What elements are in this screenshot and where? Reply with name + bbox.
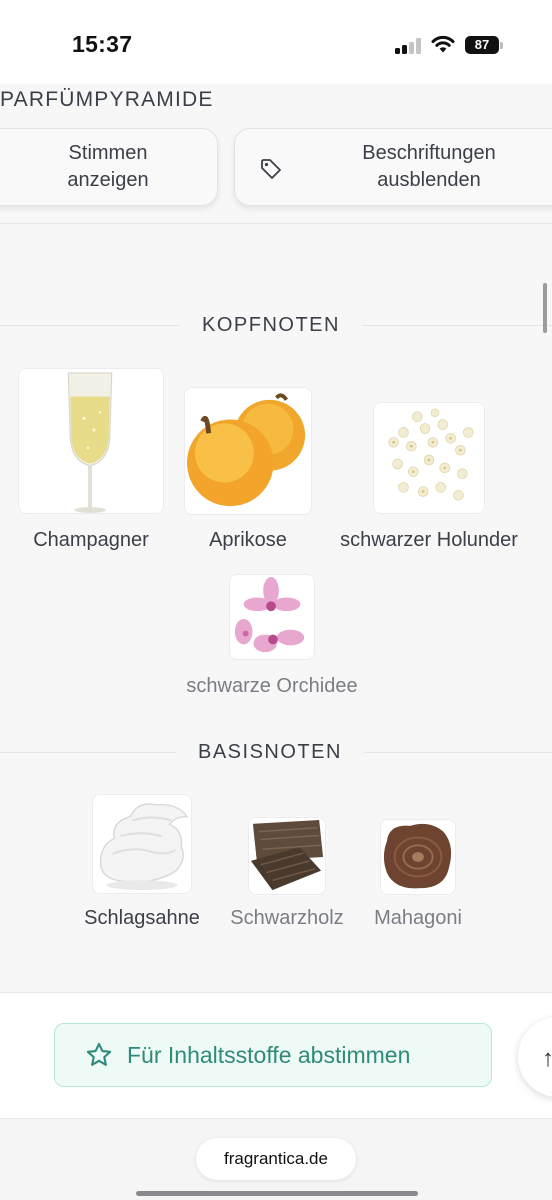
arrow-up-icon: ↑ (542, 1045, 552, 1072)
dark-wood-note-image[interactable] (248, 817, 326, 895)
champagne-glass-icon (19, 369, 163, 513)
note-label: Schwarzholz (230, 907, 344, 929)
note-label: Mahagoni (374, 907, 462, 929)
scrollbar[interactable] (543, 283, 547, 333)
status-bar: 15:37 87 (0, 0, 552, 84)
cellular-signal-icon (395, 38, 425, 54)
apricot-icon (185, 388, 311, 514)
vote-area: Für Inhaltsstoffe abstimmen ↑ (0, 992, 552, 1118)
elderflower-icon (374, 403, 484, 513)
orchid-icon (230, 575, 314, 659)
star-icon (86, 1042, 112, 1066)
note-label: Aprikose (209, 529, 287, 551)
dark-wood-planks-icon (249, 818, 325, 894)
phone-screen: 15:37 87 PARFÜMPYRAMIDE Stimmen anzeigen (0, 0, 552, 1200)
show-votes-label: Stimmen anzeigen (67, 142, 149, 191)
mahogany-note-image[interactable] (380, 819, 456, 895)
browser-bar: fragrantica.de (0, 1118, 552, 1200)
section-title: PARFÜMPYRAMIDE (0, 88, 214, 111)
note-label: schwarzer Holunder (340, 529, 518, 551)
vote-button-label: Für Inhaltsstoffe abstimmen (127, 1041, 411, 1068)
vote-ingredients-button[interactable]: Für Inhaltsstoffe abstimmen (54, 1023, 492, 1087)
tag-icon (261, 159, 281, 179)
hide-labels-button[interactable]: Beschriftungen ausblenden (234, 128, 552, 206)
status-time: 15:37 (72, 31, 133, 57)
orchid-note-image[interactable] (229, 574, 315, 660)
scroll-top-button[interactable]: ↑ (518, 1017, 552, 1097)
elderflower-note-image[interactable] (373, 402, 485, 514)
champagne-note-image[interactable] (18, 368, 164, 514)
address-bar[interactable]: fragrantica.de (196, 1138, 356, 1180)
mahogany-wood-slice-icon (381, 820, 455, 894)
pyramid-header: PARFÜMPYRAMIDE Stimmen anzeigen Beschrif… (0, 84, 552, 224)
home-indicator[interactable] (136, 1191, 418, 1196)
whipped-cream-note-image[interactable] (92, 794, 192, 894)
show-votes-button[interactable]: Stimmen anzeigen (0, 128, 218, 206)
apricot-note-image[interactable] (184, 387, 312, 515)
hide-labels-label: Beschriftungen ausblenden (362, 142, 496, 191)
note-label: schwarze Orchidee (186, 675, 358, 697)
perfume-pyramid: KOPFNOTEN Champagner Aprikose schwarzer … (0, 224, 552, 992)
battery-level: 87 (465, 36, 499, 54)
note-label: Champagner (33, 529, 149, 551)
base-notes-heading: BASISNOTEN (176, 741, 364, 764)
whipped-cream-icon (93, 795, 191, 893)
battery-icon: 87 (465, 36, 503, 54)
wifi-icon (431, 35, 455, 53)
note-label: Schlagsahne (84, 907, 200, 929)
top-notes-heading: KOPFNOTEN (180, 314, 362, 337)
